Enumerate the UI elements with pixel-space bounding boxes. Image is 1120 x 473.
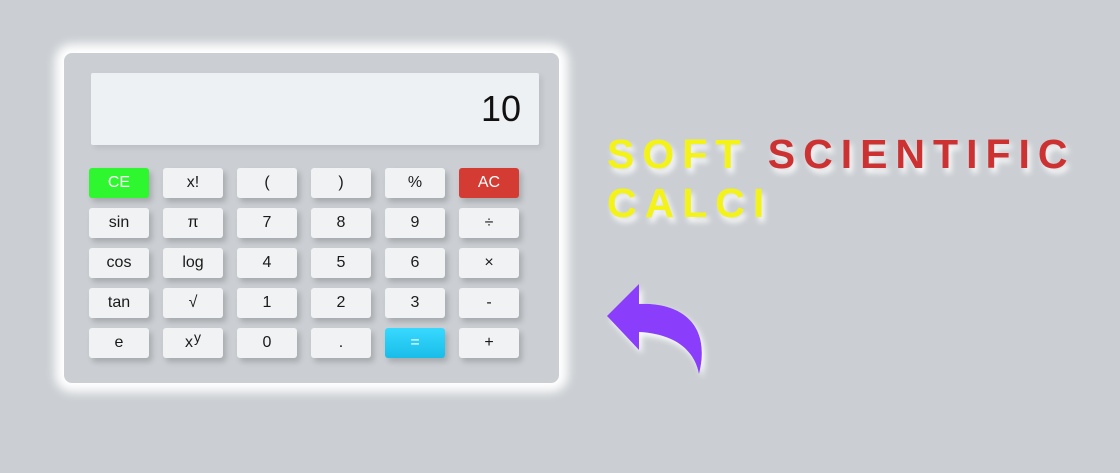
digit-7-button[interactable]: 7 xyxy=(237,208,297,238)
all-clear-button[interactable]: AC xyxy=(459,168,519,198)
cos-button[interactable]: cos xyxy=(89,248,149,278)
clear-entry-button[interactable]: CE xyxy=(89,168,149,198)
digit-4-button[interactable]: 4 xyxy=(237,248,297,278)
close-paren-button[interactable]: ) xyxy=(311,168,371,198)
log-button[interactable]: log xyxy=(163,248,223,278)
digit-1-button[interactable]: 1 xyxy=(237,288,297,318)
digit-9-button[interactable]: 9 xyxy=(385,208,445,238)
keypad: CE x! ( ) % AC sin π 7 8 9 ÷ cos log 4 5… xyxy=(89,168,519,358)
calculator: 10 CE x! ( ) % AC sin π 7 8 9 ÷ cos log … xyxy=(64,53,559,383)
pi-button[interactable]: π xyxy=(163,208,223,238)
page-title: SOFT SCIENTIFIC CALCI xyxy=(607,130,1087,228)
sin-button[interactable]: sin xyxy=(89,208,149,238)
sqrt-button[interactable]: √ xyxy=(163,288,223,318)
power-exponent-label: y xyxy=(194,329,201,345)
equals-button[interactable]: = xyxy=(385,328,445,358)
decimal-button[interactable]: . xyxy=(311,328,371,358)
digit-0-button[interactable]: 0 xyxy=(237,328,297,358)
calculator-display: 10 xyxy=(91,73,539,145)
percent-button[interactable]: % xyxy=(385,168,445,198)
tan-button[interactable]: tan xyxy=(89,288,149,318)
divide-button[interactable]: ÷ xyxy=(459,208,519,238)
title-word-scientific: SCIENTIFIC xyxy=(767,131,1076,177)
add-button[interactable]: + xyxy=(459,328,519,358)
power-base-label: x xyxy=(185,334,193,351)
open-paren-button[interactable]: ( xyxy=(237,168,297,198)
digit-2-button[interactable]: 2 xyxy=(311,288,371,318)
factorial-button[interactable]: x! xyxy=(163,168,223,198)
digit-5-button[interactable]: 5 xyxy=(311,248,371,278)
display-value: 10 xyxy=(480,88,521,129)
digit-8-button[interactable]: 8 xyxy=(311,208,371,238)
title-word-soft: SOFT xyxy=(607,131,749,177)
back-arrow-icon[interactable] xyxy=(603,280,713,380)
title-word-calci: CALCI xyxy=(607,180,773,226)
euler-button[interactable]: e xyxy=(89,328,149,358)
power-button[interactable]: xy xyxy=(163,328,223,358)
digit-6-button[interactable]: 6 xyxy=(385,248,445,278)
subtract-button[interactable]: - xyxy=(459,288,519,318)
multiply-button[interactable]: × xyxy=(459,248,519,278)
digit-3-button[interactable]: 3 xyxy=(385,288,445,318)
